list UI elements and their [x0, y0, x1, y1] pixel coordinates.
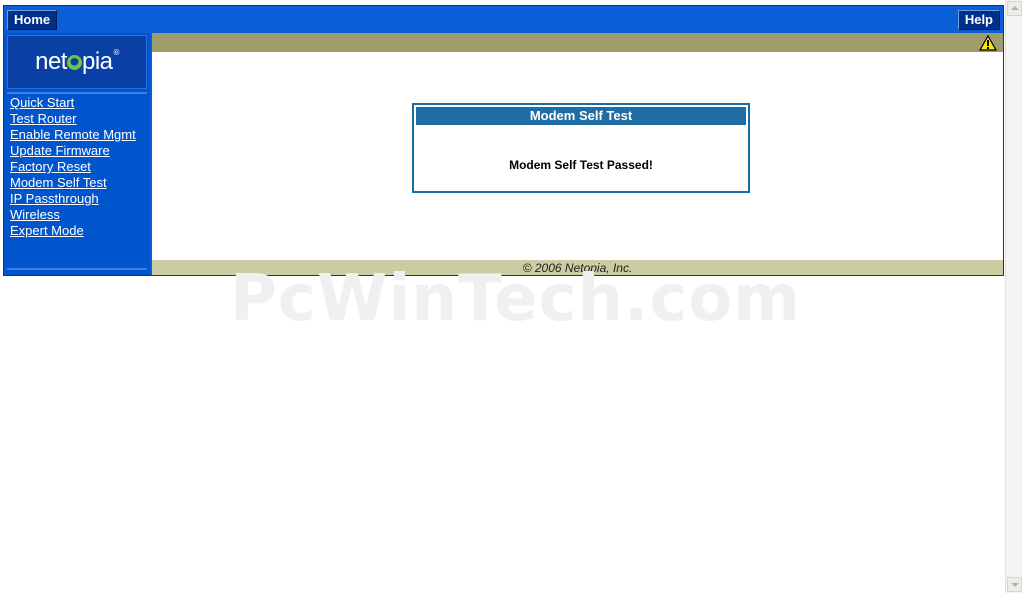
netopia-logo: net pia®: [7, 35, 147, 89]
sidebar: net pia® Quick Start Test Router Enable R…: [4, 33, 150, 275]
watermark-text: PcWinTech.com: [230, 262, 801, 336]
sidebar-item-ip-passthrough[interactable]: IP Passthrough: [10, 191, 136, 207]
sidebar-divider: [7, 92, 147, 94]
browser-viewport: Home Help net pia® Quick Start Test Route…: [0, 0, 1022, 593]
scroll-down-button[interactable]: [1007, 577, 1022, 592]
scroll-down-arrow-icon: [1011, 583, 1019, 587]
logo-text-left: net: [35, 48, 67, 75]
sidebar-bottom-divider: [7, 268, 147, 270]
router-admin-frame: Home Help net pia® Quick Start Test Route…: [3, 5, 1004, 276]
vertical-scrollbar[interactable]: [1005, 0, 1022, 593]
panel-title: Modem Self Test: [416, 107, 746, 125]
sidebar-item-quick-start[interactable]: Quick Start: [10, 95, 136, 111]
sidebar-item-update-firmware[interactable]: Update Firmware: [10, 143, 136, 159]
scroll-up-button[interactable]: [1007, 1, 1022, 16]
sidebar-item-test-router[interactable]: Test Router: [10, 111, 136, 127]
registered-mark: ®: [113, 48, 120, 57]
sidebar-item-modem-self-test[interactable]: Modem Self Test: [10, 175, 136, 191]
scroll-up-arrow-icon: [1011, 6, 1019, 10]
logo-text-right: pia: [81, 48, 113, 75]
sidebar-nav: Quick Start Test Router Enable Remote Mg…: [10, 95, 136, 239]
sidebar-item-factory-reset[interactable]: Factory Reset: [10, 159, 136, 175]
sidebar-item-wireless[interactable]: Wireless: [10, 207, 136, 223]
warning-triangle-icon[interactable]: [979, 35, 997, 51]
logo-wordmark: net pia®: [35, 48, 119, 76]
logo-o-mark: [66, 55, 82, 70]
sidebar-item-expert-mode[interactable]: Expert Mode: [10, 223, 136, 239]
top-navigation-bar: Home Help: [4, 6, 1003, 33]
self-test-result-message: Modem Self Test Passed!: [509, 158, 653, 172]
main-content: Modem Self Test Modem Self Test Passed! …: [150, 33, 1003, 275]
help-button[interactable]: Help: [957, 10, 1000, 30]
content-header-bar: [152, 33, 1003, 52]
sidebar-item-enable-remote-mgmt[interactable]: Enable Remote Mgmt: [10, 127, 136, 143]
modem-self-test-panel: Modem Self Test Modem Self Test Passed!: [412, 103, 750, 193]
home-button[interactable]: Home: [7, 10, 58, 30]
